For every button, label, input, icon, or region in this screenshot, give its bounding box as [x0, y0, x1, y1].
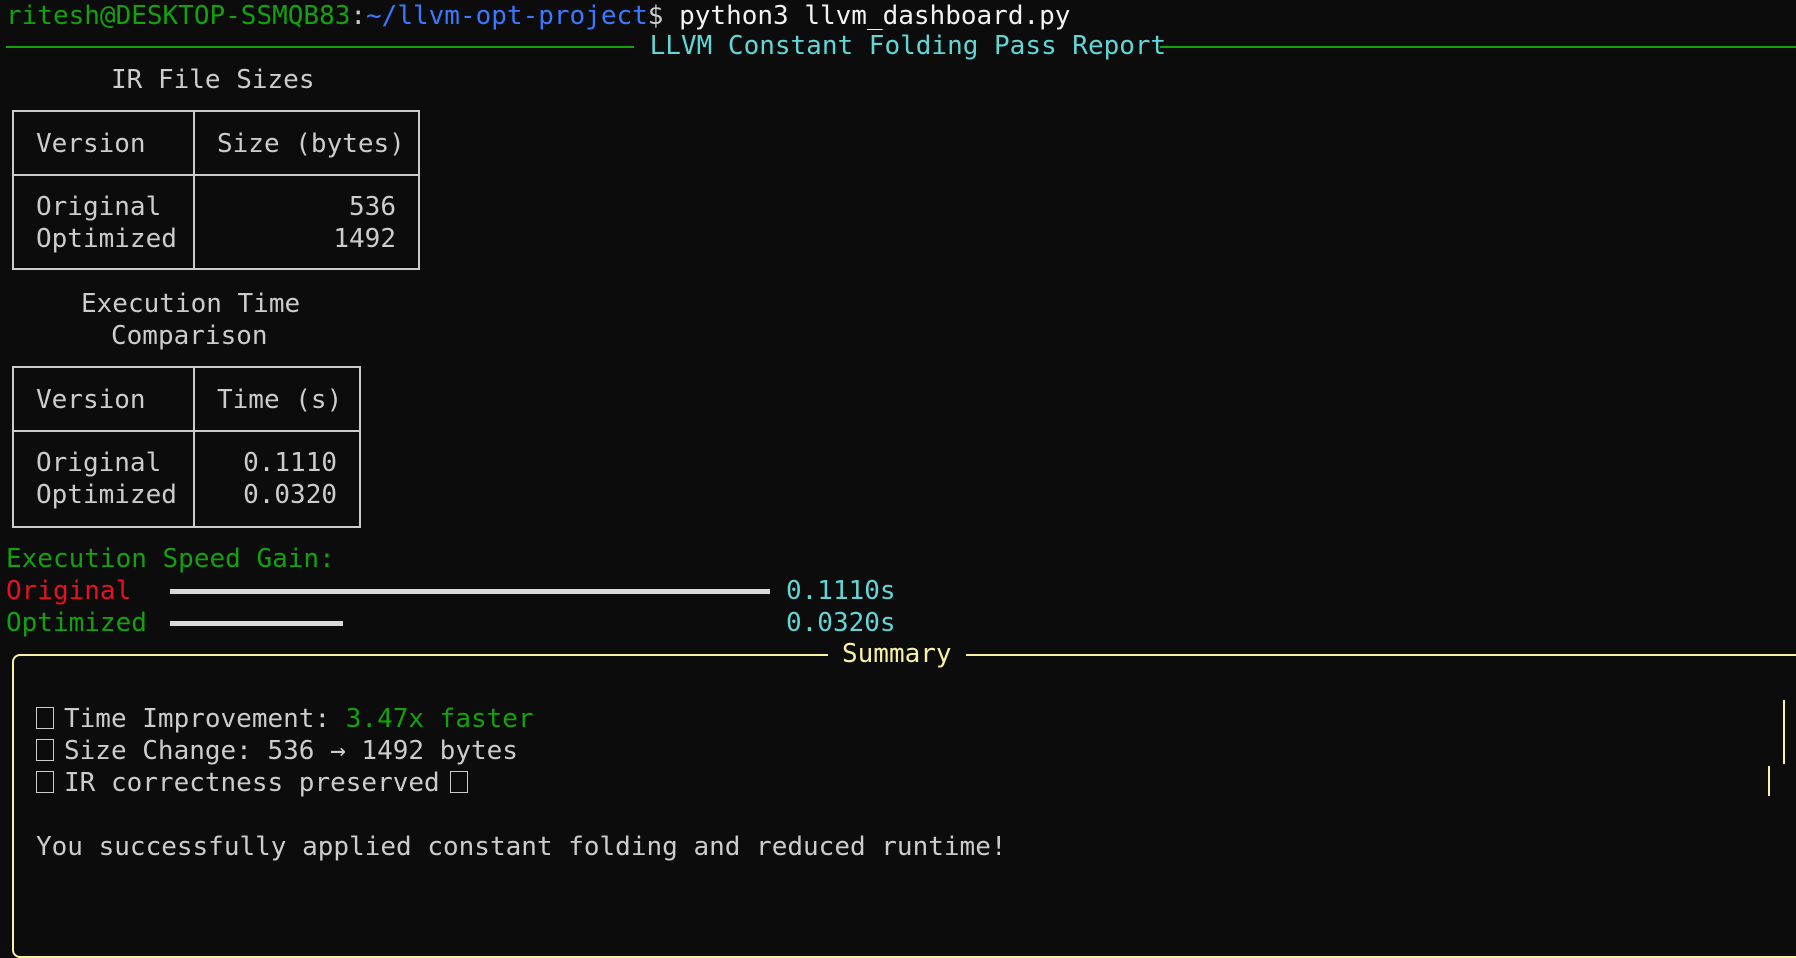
exec-time-title-line2: Comparison: [111, 321, 268, 351]
summary-correct-line: IR correctness preserved: [36, 767, 468, 799]
summary-correct-text: IR correctness preserved: [64, 768, 440, 798]
summary-time-value: 3.47x faster: [345, 704, 534, 734]
table-header-time: Time (s): [217, 385, 343, 415]
prompt-line: ritesh@DESKTOP-SSMQB83:~/llvm-opt-projec…: [6, 0, 1070, 32]
prompt-dollar: $: [647, 1, 664, 31]
prompt-user-host: ritesh@DESKTOP-SSMQB83: [6, 1, 351, 31]
table-cell-size: 1492: [333, 224, 396, 254]
summary-time-label: Time Improvement:: [64, 704, 346, 734]
exec-time-title-line1: Execution Time: [81, 289, 301, 319]
table-header-size: Size (bytes): [217, 129, 405, 159]
ir-sizes-title: IR File Sizes: [111, 65, 315, 95]
speed-bar-optimized: [170, 621, 343, 626]
table-header-version: Version: [36, 385, 146, 415]
missing-glyph-icon: [36, 770, 54, 793]
table-cell-version: Optimized: [36, 480, 177, 510]
table-header-divider: [14, 174, 418, 176]
speed-bar-value-optimized: 0.0320s: [786, 607, 896, 639]
table-cell-time: 0.0320: [243, 480, 337, 510]
table-header-divider: [14, 430, 359, 432]
summary-right-edge-mark: [1783, 700, 1785, 764]
summary-panel: [12, 654, 1796, 958]
speed-bar-label-original: Original: [6, 576, 132, 606]
missing-glyph-icon: [36, 738, 54, 761]
missing-glyph-icon: [36, 706, 54, 729]
summary-right-edge-mark: [1768, 766, 1770, 796]
speed-bar-label-optimized: Optimized: [6, 608, 147, 638]
table-cell-size: 536: [349, 192, 396, 222]
title-rule-right: [1160, 46, 1796, 48]
speed-bar-value-text: 0.1110s: [786, 576, 896, 606]
prompt-separator: :: [350, 1, 367, 31]
table-cell-time: 0.1110: [243, 448, 337, 478]
speed-bar-value-text: 0.0320s: [786, 608, 896, 638]
table-cell-version: Original: [36, 192, 162, 222]
speed-gain-title: Execution Speed Gain:: [6, 544, 335, 574]
ir-sizes-table: Version Size (bytes) Original 536 Optimi…: [12, 110, 420, 270]
summary-time-line: Time Improvement: 3.47x faster: [36, 703, 534, 735]
summary-size-text: Size Change: 536 → 1492 bytes: [64, 736, 518, 766]
missing-glyph-icon: [449, 770, 468, 793]
terminal-window[interactable]: ritesh@DESKTOP-SSMQB83:~/llvm-opt-projec…: [0, 0, 1796, 958]
table-column-divider: [193, 112, 195, 268]
summary-message: You successfully applied constant foldin…: [36, 832, 1007, 862]
table-header-version: Version: [36, 129, 146, 159]
summary-size-line: Size Change: 536 → 1492 bytes: [36, 735, 518, 767]
report-title: LLVM Constant Folding Pass Report: [634, 31, 1182, 61]
summary-title: Summary: [828, 638, 966, 670]
speed-bar-original: [170, 589, 770, 594]
prompt-path: ~/llvm-opt-project: [366, 1, 648, 31]
title-rule-left: [6, 46, 634, 48]
prompt-command: python3 llvm_dashboard.py: [663, 1, 1071, 31]
speed-bar-value-original: 0.1110s: [786, 575, 896, 607]
table-cell-version: Original: [36, 448, 162, 478]
table-cell-version: Optimized: [36, 224, 177, 254]
exec-time-table: Version Time (s) Original 0.1110 Optimiz…: [12, 366, 361, 528]
table-column-divider: [193, 368, 195, 526]
